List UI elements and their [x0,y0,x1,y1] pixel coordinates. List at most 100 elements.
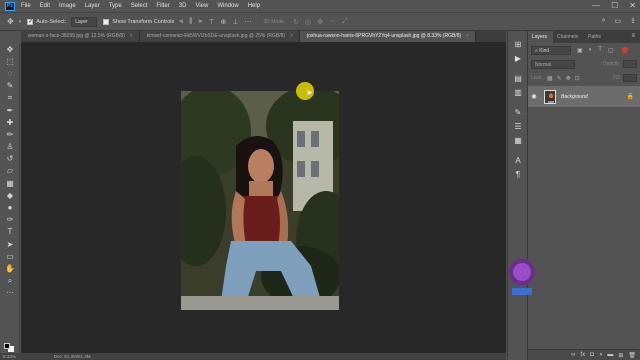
3d-orbit-icon[interactable]: ↻ [293,18,299,26]
history-icon[interactable]: ⊞ [508,37,528,51]
align-right-icon[interactable]: ⫸ [198,18,202,26]
move-tool-icon[interactable]: ✥ [7,17,14,26]
zoom-level[interactable]: 8.33% [3,354,16,359]
menu-window[interactable]: Window [217,3,238,9]
play-icon[interactable]: ▶ [508,51,528,65]
menu-view[interactable]: View [195,3,208,9]
foreground-color-swatch[interactable] [4,343,10,349]
tab-close-icon[interactable]: × [466,33,469,39]
adjust-icon[interactable]: ▤ [508,71,528,85]
new-layer-icon[interactable]: ⊞ [618,352,623,359]
minimize-button[interactable]: — [592,1,600,11]
menu-filter[interactable]: Filter [156,3,169,9]
delete-layer-icon[interactable]: 🗑 [628,352,636,359]
lock-position-icon[interactable]: ✥ [566,75,571,82]
brush-icon[interactable]: ✏ [0,128,20,140]
tab-close-icon[interactable]: × [130,33,133,39]
tab-document-1[interactable]: woman-s-face-38299.jpg @ 12.5% (RGB/8) × [21,31,140,42]
layer-row[interactable]: ◉ Background 🔒 [528,86,640,107]
show-transform-checkbox[interactable] [103,18,110,25]
tab-paths[interactable]: Paths [584,31,607,43]
align-top-icon[interactable]: ⊤ [208,18,214,26]
tab-document-2[interactable]: kimsef-usmanici-Ek5WVi2bSDE-unsplash.jpg… [139,31,301,42]
filter-type-icon[interactable]: T [598,47,602,53]
menu-select[interactable]: Select [131,3,148,9]
layer-style-icon[interactable]: fx [580,352,585,358]
zoom-icon[interactable]: ⌕ [0,275,20,287]
rectangle-icon[interactable]: ▭ [0,250,20,262]
glyphs-icon[interactable]: ¶ [508,167,528,181]
lasso-icon[interactable]: ◌ [0,67,20,79]
auto-select-checkbox[interactable] [27,18,33,25]
menu-layer[interactable]: Layer [85,3,100,9]
blur-icon[interactable]: ◆ [0,189,20,201]
filter-adjust-icon[interactable]: ◐ [589,47,593,53]
pen-icon[interactable]: ✑ [0,214,20,226]
3d-scale-icon[interactable]: ⤢ [342,18,348,26]
dodge-icon[interactable]: ● [0,201,20,213]
align-middle-icon[interactable]: ⊕ [221,18,227,26]
lock-transparent-icon[interactable]: ▦ [547,75,553,82]
share-icon[interactable]: ⇪ [630,17,636,25]
crop-icon[interactable]: ⌗ [0,92,20,104]
filter-pixel-icon[interactable]: ▣ [577,47,583,54]
hand-icon[interactable]: ✋ [0,262,20,274]
tab-layers[interactable]: Layers [528,31,554,43]
gradient-icon[interactable]: ▦ [0,177,20,189]
tab-channels[interactable]: Channels [553,31,584,43]
distribute-icon[interactable]: ⋯ [244,18,251,26]
healing-brush-icon[interactable]: ✚ [0,116,20,128]
clone-source-icon[interactable]: ☰ [508,119,528,133]
auto-select-target-select[interactable]: Layer [71,16,98,27]
align-left-icon[interactable]: ⫷ [179,18,183,26]
tool-preset-dropdown-icon[interactable]: ▾ [19,19,22,25]
new-adjustment-icon[interactable]: ◑ [599,352,603,358]
menu-3d[interactable]: 3D [179,3,187,9]
filter-shape-icon[interactable]: ▢ [608,47,614,54]
fill-field[interactable] [623,74,637,82]
visibility-eye-icon[interactable]: ◉ [528,93,540,100]
clone-stamp-icon[interactable]: ♙ [0,141,20,153]
blend-mode-select[interactable]: Normal [531,59,575,69]
align-center-icon[interactable]: ⫼ [189,18,192,26]
character-icon[interactable]: ▦ [508,133,528,147]
3d-roll-icon[interactable]: ◎ [305,18,311,26]
close-button[interactable]: ✕ [629,1,636,11]
3d-slide-icon[interactable]: ⇔ [329,18,336,25]
maximize-button[interactable]: ☐ [611,1,618,11]
menu-file[interactable]: File [21,3,31,9]
panel-menu-icon[interactable]: ≡ [626,31,640,43]
workspace-icon[interactable]: ▭ [615,17,622,25]
3d-pan-icon[interactable]: ✥ [317,18,323,26]
link-layers-icon[interactable]: ∞ [571,352,575,358]
quick-select-icon[interactable]: ✎ [0,80,20,92]
brush-settings-icon[interactable]: ✎ [508,105,528,119]
marquee-icon[interactable]: ⬚ [0,55,20,67]
path-select-icon[interactable]: ➤ [0,238,20,250]
layer-comps-icon[interactable]: ▥ [508,85,528,99]
lock-all-icon[interactable]: ⊡ [575,75,580,82]
add-mask-icon[interactable]: ◘ [590,352,594,358]
filter-toggle[interactable] [621,47,628,53]
menu-type[interactable]: Type [109,3,122,9]
new-group-icon[interactable]: ▬ [607,352,613,358]
menu-edit[interactable]: Edit [40,3,50,9]
align-bottom-icon[interactable]: ⊥ [232,18,238,26]
kind-filter-select[interactable]: ⌕ Kind [531,45,571,55]
history-brush-icon[interactable]: ↺ [0,153,20,165]
eraser-icon[interactable]: ▱ [0,165,20,177]
menu-image[interactable]: Image [59,3,76,9]
tab-document-3[interactable]: joshua-rawson-harris-6PRGVhY2Yq4-unsplas… [300,31,477,42]
move-icon[interactable]: ✥ [0,43,20,55]
tab-close-icon[interactable]: × [290,33,293,39]
more-tools-icon[interactable]: ··· [0,287,20,299]
opacity-field[interactable] [623,60,637,68]
paragraph-icon[interactable]: A [508,153,528,167]
search-icon[interactable]: ⌕ [602,17,606,25]
eyedropper-icon[interactable]: ✒ [0,104,20,116]
document-image[interactable] [181,91,339,310]
layer-name[interactable]: Background [561,94,588,100]
menu-help[interactable]: Help [248,3,260,9]
lock-image-icon[interactable]: ✎ [557,75,562,82]
type-icon[interactable]: T [0,226,20,238]
